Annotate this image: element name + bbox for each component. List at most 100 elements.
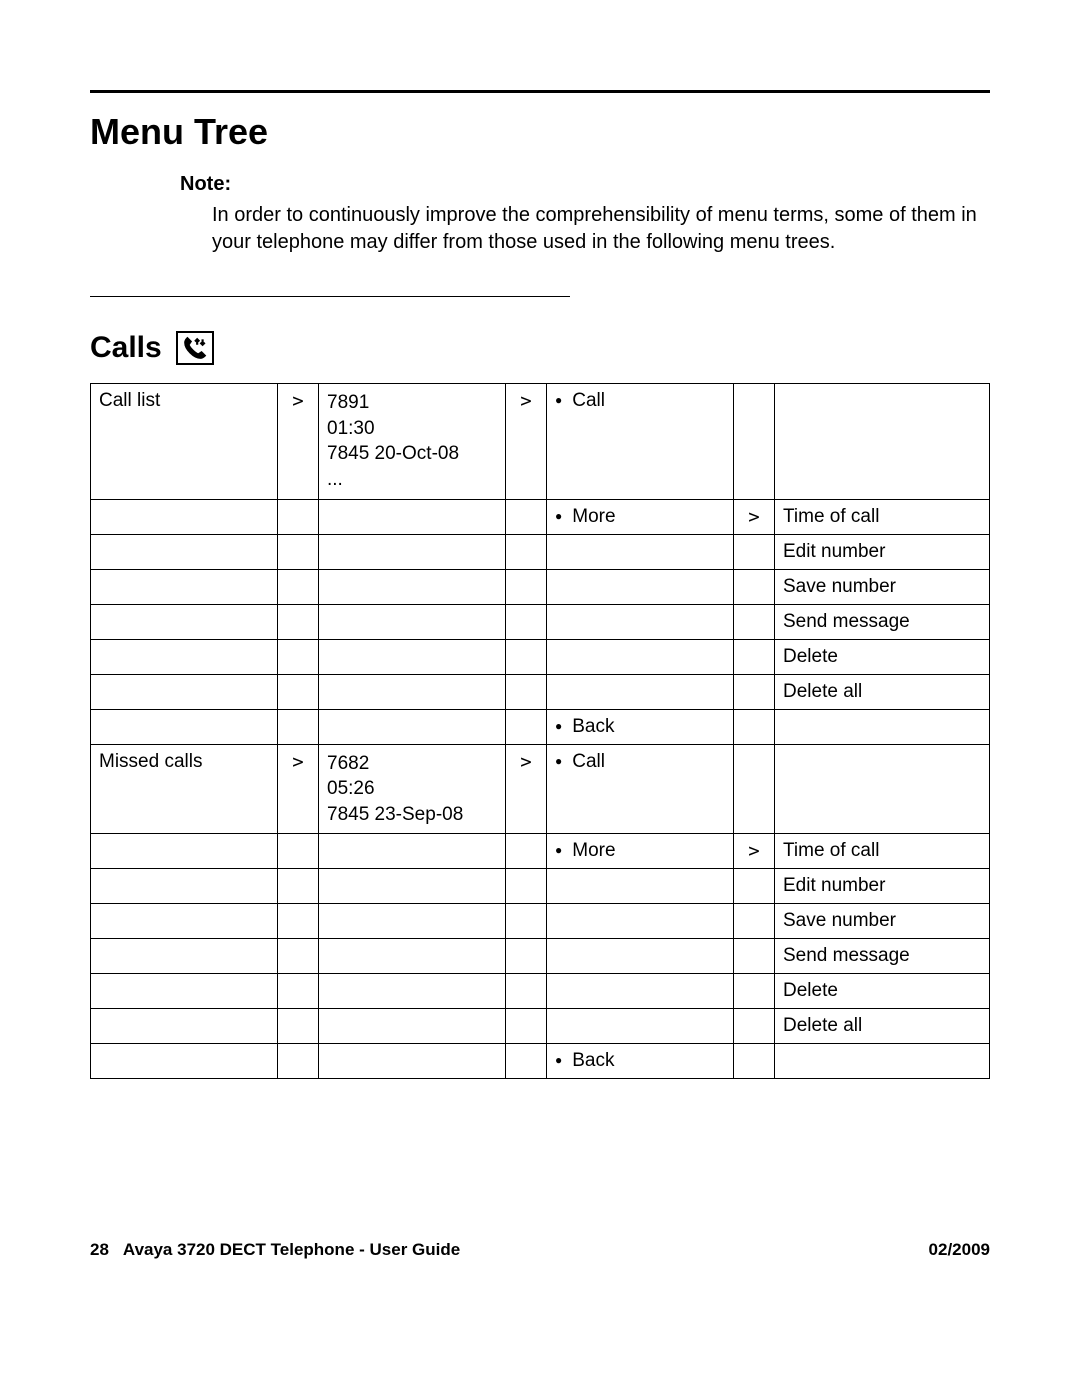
cell-chevron3 bbox=[734, 569, 775, 604]
cell-chevron1 bbox=[278, 904, 319, 939]
footer-doc-title: Avaya 3720 DECT Telephone - User Guide bbox=[123, 1240, 460, 1260]
cell-chevron1 bbox=[278, 639, 319, 674]
table-row: Missed calls>768205:267845 23-Sep-08>Cal… bbox=[91, 744, 990, 834]
cell-level1 bbox=[91, 904, 278, 939]
table-row: Edit number bbox=[91, 534, 990, 569]
cell-level2 bbox=[319, 499, 506, 534]
cell-level2 bbox=[319, 1009, 506, 1044]
cell-level4: Edit number bbox=[775, 869, 990, 904]
cell-chevron3 bbox=[734, 974, 775, 1009]
cell-level3: More bbox=[547, 834, 734, 869]
cell-level1: Call list bbox=[91, 384, 278, 500]
cell-chevron2 bbox=[506, 974, 547, 1009]
cell-level4: Time of call bbox=[775, 499, 990, 534]
cell-chevron2 bbox=[506, 939, 547, 974]
cell-chevron3 bbox=[734, 709, 775, 744]
cell-level4: Time of call bbox=[775, 834, 990, 869]
cell-chevron2 bbox=[506, 674, 547, 709]
cell-chevron3 bbox=[734, 904, 775, 939]
cell-chevron3 bbox=[734, 639, 775, 674]
page-footer: 28 Avaya 3720 DECT Telephone - User Guid… bbox=[90, 1240, 990, 1260]
cell-chevron1 bbox=[278, 534, 319, 569]
note-label: Note: bbox=[180, 171, 990, 198]
cell-chevron3 bbox=[734, 744, 775, 834]
footer-page-number: 28 bbox=[90, 1240, 109, 1260]
section-heading: Calls bbox=[90, 331, 990, 365]
cell-chevron3 bbox=[734, 939, 775, 974]
cell-level3 bbox=[547, 939, 734, 974]
table-row: More>Time of call bbox=[91, 499, 990, 534]
cell-chevron2 bbox=[506, 904, 547, 939]
cell-chevron2 bbox=[506, 1044, 547, 1079]
cell-level4 bbox=[775, 709, 990, 744]
cell-chevron3 bbox=[734, 384, 775, 500]
cell-level3: Back bbox=[547, 709, 734, 744]
cell-level4: Send message bbox=[775, 939, 990, 974]
table-row: Send message bbox=[91, 939, 990, 974]
cell-level2: 789101:307845 20-Oct-08... bbox=[319, 384, 506, 500]
cell-chevron2 bbox=[506, 869, 547, 904]
cell-level4: Delete all bbox=[775, 1009, 990, 1044]
cell-chevron3 bbox=[734, 674, 775, 709]
footer-date: 02/2009 bbox=[929, 1240, 990, 1260]
cell-level1 bbox=[91, 569, 278, 604]
cell-chevron1 bbox=[278, 834, 319, 869]
cell-level2 bbox=[319, 639, 506, 674]
cell-level3 bbox=[547, 674, 734, 709]
cell-level3 bbox=[547, 1009, 734, 1044]
cell-level1 bbox=[91, 639, 278, 674]
cell-chevron1 bbox=[278, 1009, 319, 1044]
cell-chevron2 bbox=[506, 1009, 547, 1044]
cell-level1 bbox=[91, 1044, 278, 1079]
cell-chevron2 bbox=[506, 499, 547, 534]
top-rule bbox=[90, 90, 990, 93]
cell-level1 bbox=[91, 834, 278, 869]
divider bbox=[90, 296, 570, 297]
cell-chevron3 bbox=[734, 604, 775, 639]
cell-level4: Send message bbox=[775, 604, 990, 639]
cell-chevron3 bbox=[734, 1044, 775, 1079]
cell-level3 bbox=[547, 974, 734, 1009]
cell-level3: Call bbox=[547, 744, 734, 834]
cell-level2 bbox=[319, 534, 506, 569]
table-row: Save number bbox=[91, 569, 990, 604]
cell-chevron2 bbox=[506, 534, 547, 569]
cell-chevron2 bbox=[506, 834, 547, 869]
cell-chevron1 bbox=[278, 974, 319, 1009]
cell-level4: Save number bbox=[775, 904, 990, 939]
cell-chevron3 bbox=[734, 869, 775, 904]
table-row: More>Time of call bbox=[91, 834, 990, 869]
cell-level1 bbox=[91, 869, 278, 904]
cell-level1 bbox=[91, 604, 278, 639]
cell-level2 bbox=[319, 709, 506, 744]
table-row: Send message bbox=[91, 604, 990, 639]
cell-level2 bbox=[319, 869, 506, 904]
page-title: Menu Tree bbox=[90, 111, 990, 153]
cell-level2 bbox=[319, 569, 506, 604]
cell-level3 bbox=[547, 604, 734, 639]
cell-level2 bbox=[319, 904, 506, 939]
cell-level2 bbox=[319, 604, 506, 639]
cell-chevron1 bbox=[278, 939, 319, 974]
cell-chevron2 bbox=[506, 709, 547, 744]
table-row: Delete all bbox=[91, 674, 990, 709]
menu-tree-table: Call list>789101:307845 20-Oct-08...>Cal… bbox=[90, 383, 990, 1079]
calls-icon bbox=[176, 331, 214, 365]
cell-level4: Delete bbox=[775, 974, 990, 1009]
cell-level3 bbox=[547, 569, 734, 604]
cell-level1: Missed calls bbox=[91, 744, 278, 834]
cell-level1 bbox=[91, 499, 278, 534]
cell-chevron2 bbox=[506, 569, 547, 604]
cell-chevron1 bbox=[278, 604, 319, 639]
cell-level1 bbox=[91, 534, 278, 569]
cell-level4: Edit number bbox=[775, 534, 990, 569]
cell-chevron1 bbox=[278, 869, 319, 904]
table-row: Back bbox=[91, 709, 990, 744]
table-row: Delete bbox=[91, 974, 990, 1009]
cell-chevron3: > bbox=[734, 834, 775, 869]
cell-level1 bbox=[91, 674, 278, 709]
cell-chevron2: > bbox=[506, 384, 547, 500]
cell-chevron3 bbox=[734, 534, 775, 569]
table-row: Back bbox=[91, 1044, 990, 1079]
cell-chevron1 bbox=[278, 1044, 319, 1079]
